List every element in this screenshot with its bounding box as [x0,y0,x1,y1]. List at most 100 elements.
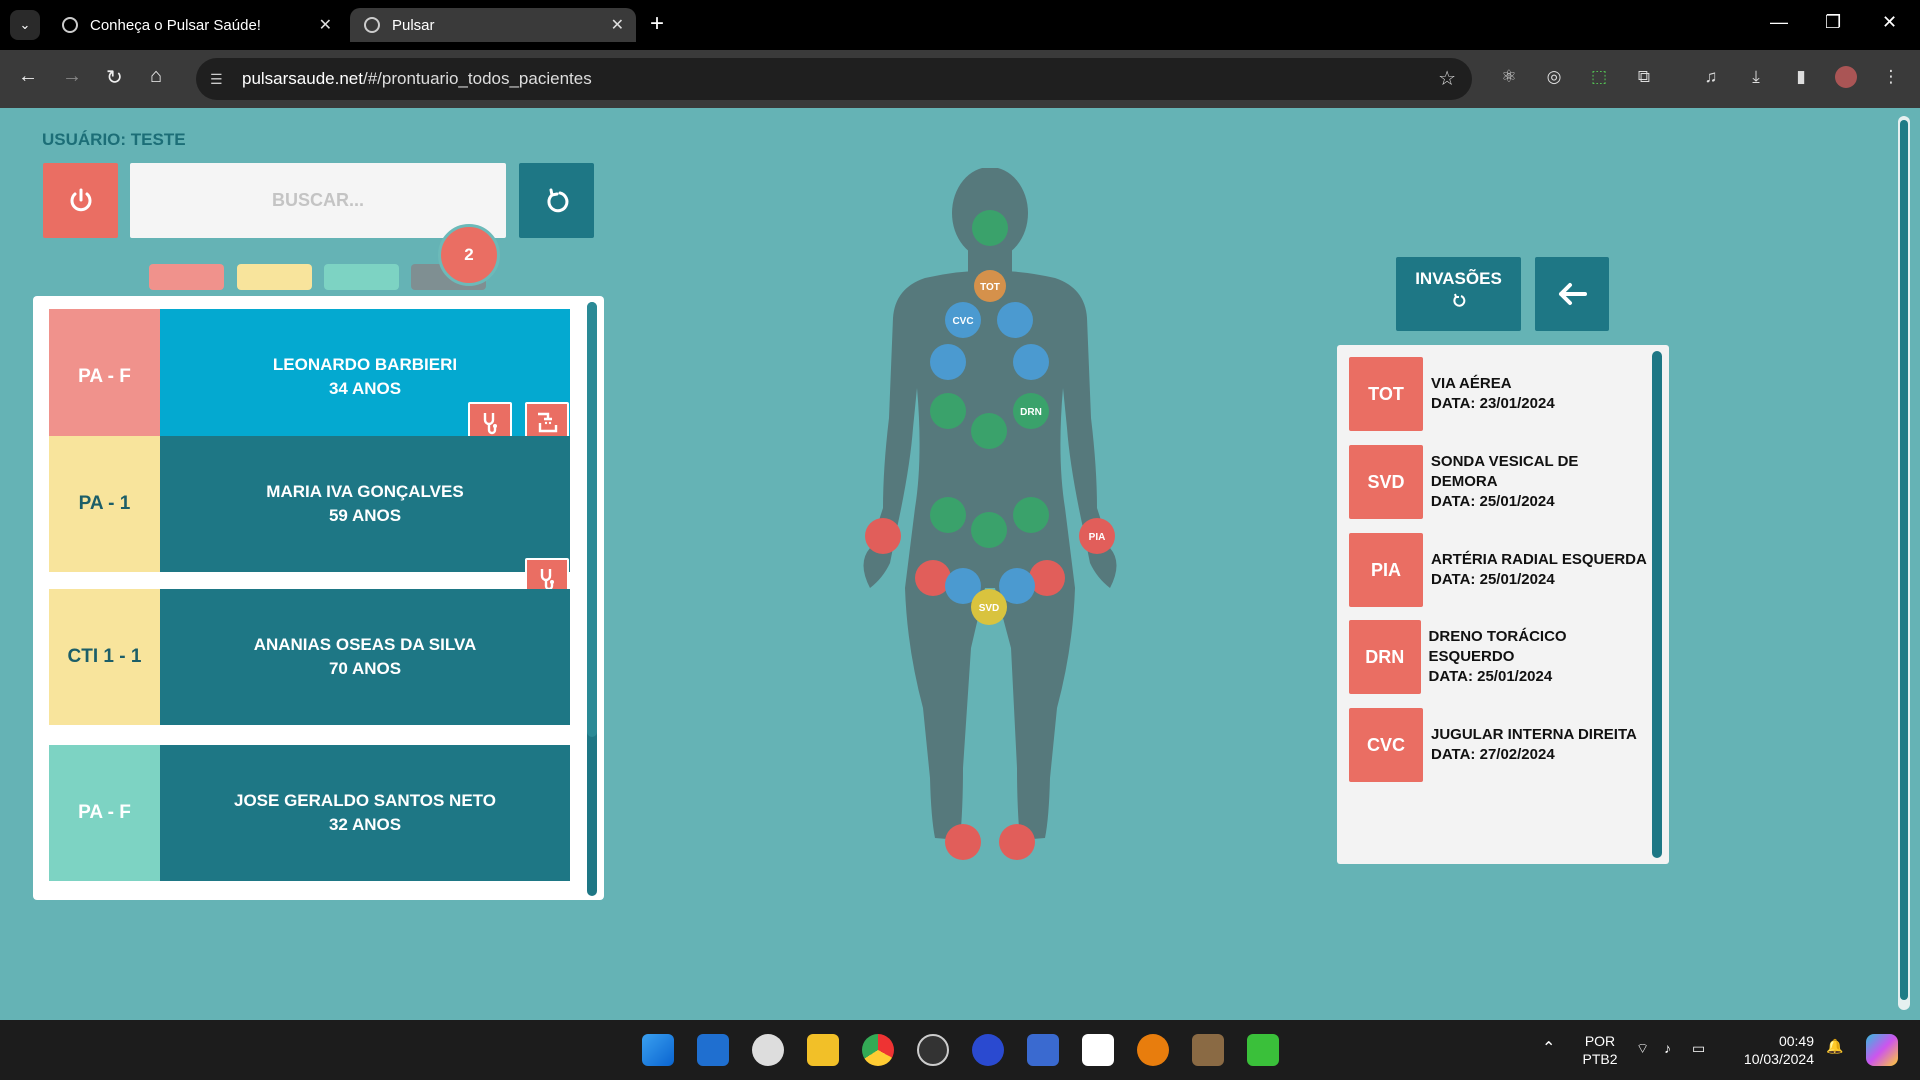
app-icon[interactable] [972,1034,1004,1066]
invasion-code: TOT [1349,357,1423,431]
input-lang: POR [1584,1033,1616,1049]
refresh-list-button[interactable] [519,163,594,238]
patient-list: PA - F LEONARDO BARBIERI 34 ANOS PA - 1 … [33,296,604,900]
patient-age: 70 ANOS [328,659,402,678]
marker-abdomen-center[interactable] [971,512,1007,548]
shower-icon [538,412,558,433]
clock-time: 00:49 [1778,1033,1814,1049]
extension-target-icon[interactable]: ◎ [1543,66,1565,88]
marker-abdomen-left[interactable] [1013,497,1049,533]
extensions-puzzle-icon[interactable]: ⧉ [1633,66,1655,88]
invasions-scrollbar[interactable] [1652,351,1662,858]
side-panel-icon[interactable]: ▮ [1790,66,1812,88]
react-devtools-icon[interactable]: ⚛ [1498,66,1520,88]
obs-icon[interactable] [917,1034,949,1066]
site-info-icon[interactable]: ☰ [210,58,223,100]
patient-card[interactable]: PA - F JOSE GERALDO SANTOS NETO 32 ANOS [49,745,570,881]
notification-badge[interactable]: 2 [438,224,500,286]
patient-list-scrollbar-thumb[interactable] [587,302,597,737]
back-button[interactable] [1535,257,1609,331]
wifi-icon[interactable]: ⌔ [1636,1040,1649,1058]
home-icon[interactable]: ⌂ [150,65,162,88]
invasion-item[interactable]: PIA ARTÉRIA RADIAL ESQUERDA DATA: 25/01/2… [1349,533,1649,607]
battery-icon[interactable]: ▭ [1692,1040,1705,1057]
refresh-icon [1452,293,1465,307]
filter-yellow[interactable] [237,264,312,290]
blender-icon[interactable] [1137,1034,1169,1066]
logout-button[interactable] [43,163,118,238]
window-close-icon[interactable]: ✕ [1882,12,1897,33]
restore-icon[interactable]: ❐ [1825,12,1841,33]
url-input[interactable]: ☰ pulsarsaude.net/#/prontuario_todos_pac… [196,58,1472,100]
invasion-date: DATA: 25/01/2024 [1431,571,1555,588]
marker-subclavian-right[interactable] [930,344,966,380]
stethoscope-icon [483,413,497,435]
marker-chest-right[interactable] [930,393,966,429]
user-label: USUÁRIO: TESTE [42,130,186,149]
filter-red[interactable] [149,264,224,290]
copilot-icon[interactable] [1866,1034,1898,1066]
url-domain: pulsarsaude.net [242,69,363,88]
forward-icon[interactable]: → [62,65,82,88]
patient-age: 32 ANOS [328,815,402,834]
invasion-date: DATA: 27/02/2024 [1431,746,1555,763]
app-icon[interactable] [1192,1034,1224,1066]
new-tab-button[interactable]: + [650,10,664,38]
browser-tab-bar: ⌄ Conheça o Pulsar Saúde! ✕ Pulsar ✕ + —… [0,0,1920,50]
capcut-icon[interactable] [1082,1034,1114,1066]
media-control-icon[interactable]: ♫ [1700,66,1722,88]
browser-tab-1[interactable]: Conheça o Pulsar Saúde! ✕ [48,8,344,42]
marker-abdomen-right[interactable] [930,497,966,533]
invasion-item[interactable]: CVC JUGULAR INTERNA DIREITA DATA: 27/02/2… [1349,708,1649,782]
invasion-item[interactable]: SVD SONDA VESICAL DE DEMORA DATA: 25/01/2… [1349,445,1649,519]
patient-card[interactable]: PA - 1 MARIA IVA GONÇALVES 59 ANOS [49,436,570,572]
app-icon[interactable] [1027,1034,1059,1066]
minecraft-icon[interactable] [1247,1034,1279,1066]
marker-neck-left[interactable] [997,302,1033,338]
tray-chevron-icon[interactable]: ⌃ [1542,1038,1555,1058]
volume-icon[interactable]: ♪ [1664,1040,1671,1056]
page-scrollbar[interactable] [1898,116,1910,1010]
page-scrollbar-thumb[interactable] [1900,120,1908,1000]
clock[interactable]: 00:49 10/03/2024 [1734,1032,1814,1068]
marker-foot-left[interactable] [999,824,1035,860]
close-tab-icon[interactable]: ✕ [319,15,332,35]
menu-kebab-icon[interactable]: ⋮ [1880,66,1902,88]
chrome-icon[interactable] [862,1034,894,1066]
browser-tab-2[interactable]: Pulsar ✕ [350,8,636,42]
app-icon[interactable] [752,1034,784,1066]
bookmark-star-icon[interactable]: ☆ [1438,58,1456,100]
filter-green[interactable] [324,264,399,290]
reload-icon[interactable]: ↻ [106,65,123,90]
patient-location: PA - F [49,745,160,881]
marker-head[interactable] [972,210,1008,246]
invasion-item[interactable]: TOT VIA AÉREA DATA: 23/01/2024 [1349,357,1649,431]
minimize-icon[interactable]: — [1770,12,1788,33]
power-icon [70,188,91,211]
download-icon[interactable]: ⤓ [1745,66,1767,88]
back-icon[interactable]: ← [18,65,38,88]
arrow-left-icon [1559,283,1587,305]
extension-capture-icon[interactable]: ⬚ [1588,66,1610,88]
tab-search-dropdown[interactable]: ⌄ [10,10,40,40]
notification-bell-icon[interactable]: 🔔 [1826,1038,1843,1055]
marker-foot-right[interactable] [945,824,981,860]
url-path: /#/prontuario_todos_pacientes [362,69,592,88]
file-explorer-icon[interactable] [807,1034,839,1066]
marker-pia-label: PIA [1089,532,1106,543]
invasion-item[interactable]: DRN DRENO TORÁCICO ESQUERDO DATA: 25/01/2… [1349,620,1649,694]
marker-subclavian-left[interactable] [1013,344,1049,380]
patient-location: PA - F [49,309,160,445]
search-input[interactable] [130,163,506,238]
vscode-icon[interactable] [697,1034,729,1066]
marker-chest-center[interactable] [971,413,1007,449]
invasions-refresh-button[interactable]: INVASÕES [1396,257,1521,331]
patient-card[interactable]: CTI 1 - 1 ANANIAS OSEAS DA SILVA 70 ANOS [49,589,570,725]
profile-avatar[interactable] [1835,66,1857,88]
windows-start-icon[interactable] [642,1034,674,1066]
input-language[interactable]: POR PTB2 [1580,1032,1620,1068]
windows-taskbar: ⌃ POR PTB2 ⌔ ♪ ▭ 00:49 10/03/2024 🔔 [0,1020,1920,1080]
patient-list-scrollbar[interactable] [587,302,597,896]
close-tab-icon[interactable]: ✕ [611,15,624,35]
marker-wrist-right[interactable] [865,518,901,554]
